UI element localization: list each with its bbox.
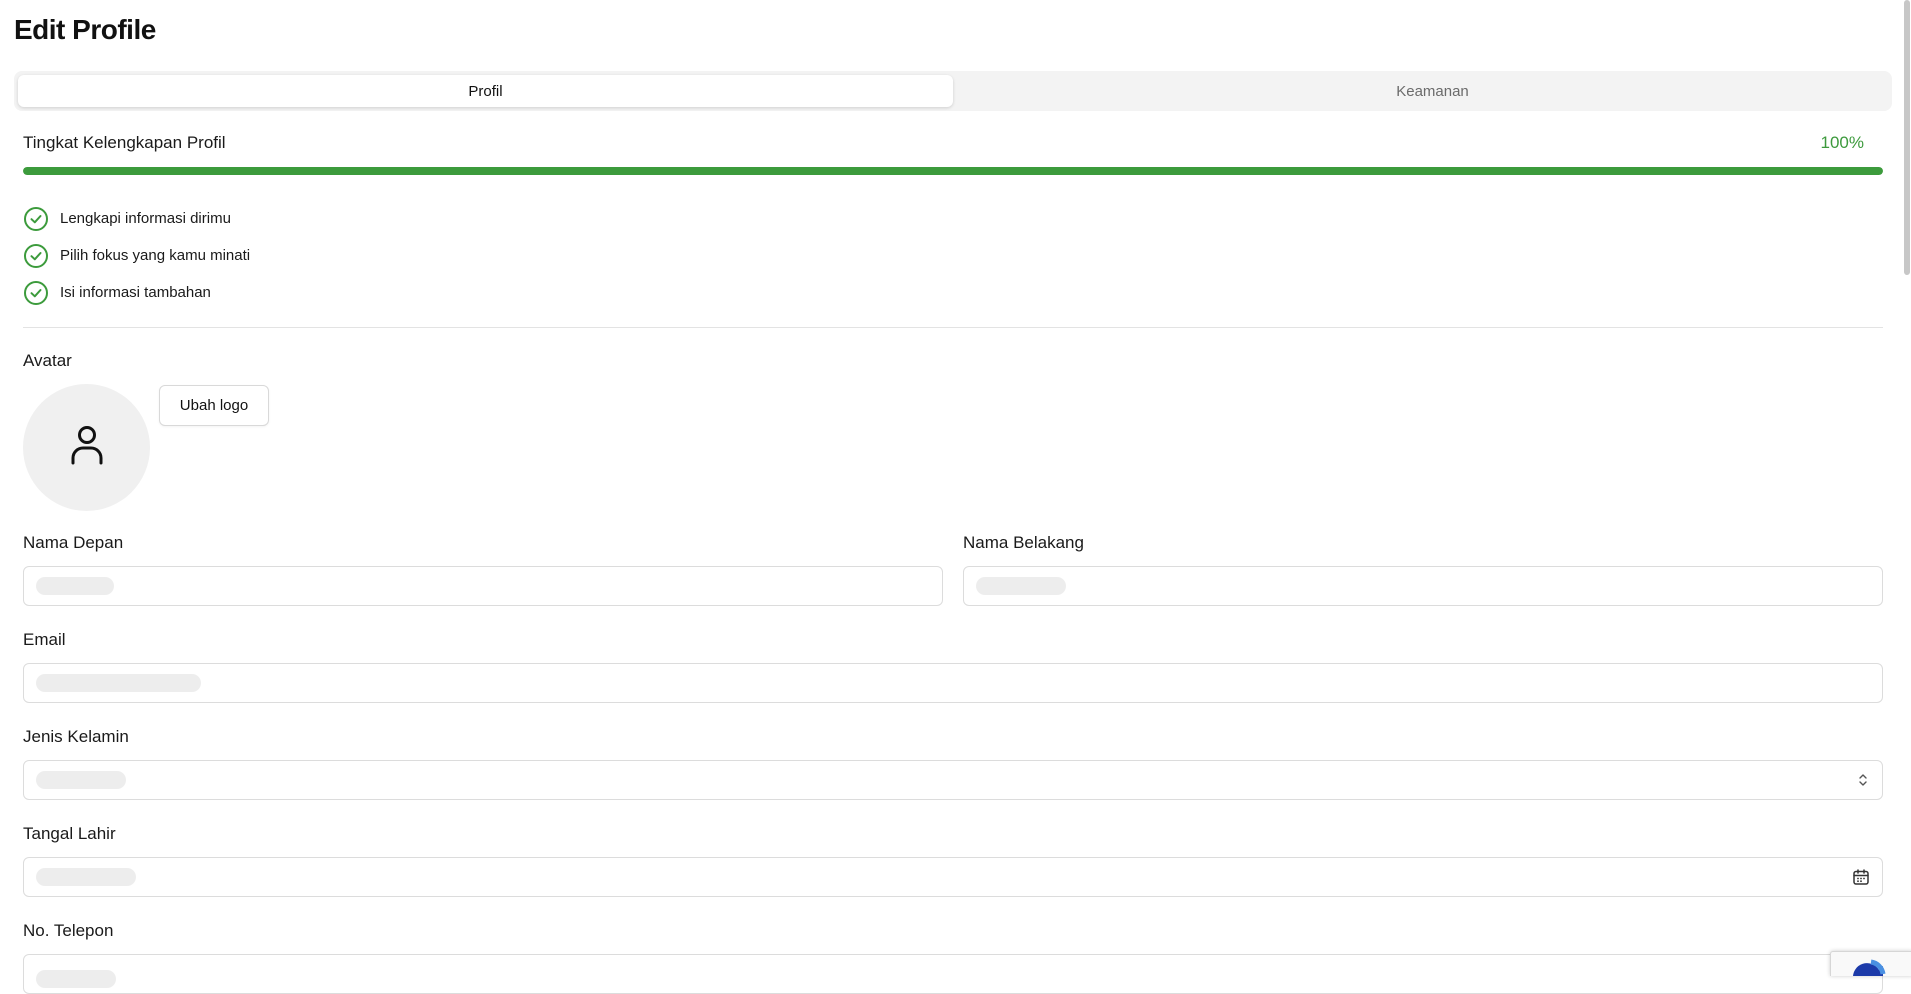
check-circle-icon <box>23 280 49 306</box>
last-name-label: Nama Belakang <box>963 533 1084 552</box>
redacted-value <box>36 674 201 692</box>
page-title: Edit Profile <box>14 14 156 45</box>
checklist-item: Isi informasi tambahan <box>23 274 250 311</box>
chevron-up-down-icon <box>1856 772 1870 788</box>
first-name-field[interactable] <box>23 566 943 606</box>
first-name-label: Nama Depan <box>23 533 124 552</box>
profile-completeness-progress-bar <box>23 167 1883 175</box>
redacted-value <box>976 577 1066 595</box>
profile-tabs: Profil Keamanan <box>14 71 1892 111</box>
redacted-value <box>36 577 114 595</box>
change-logo-button[interactable]: Ubah logo <box>159 385 269 426</box>
gender-select[interactable] <box>23 760 1883 800</box>
scrollbar-thumb[interactable] <box>1904 0 1910 275</box>
checklist-item-label: Isi informasi tambahan <box>60 284 211 301</box>
profile-completeness-percent: 100% <box>1820 133 1864 152</box>
redacted-value <box>36 970 116 988</box>
edit-profile-page: Edit Profile Profil Keamanan Tingkat Kel… <box>0 0 1893 994</box>
user-icon <box>69 424 105 471</box>
phone-field[interactable] <box>23 954 1883 994</box>
recaptcha-badge[interactable] <box>1830 951 1911 976</box>
checklist-item-label: Lengkapi informasi dirimu <box>60 210 231 227</box>
tab-keamanan[interactable]: Keamanan <box>965 75 1900 107</box>
redacted-value <box>36 868 136 886</box>
completeness-checklist: Lengkapi informasi dirimu Pilih fokus ya… <box>23 200 250 311</box>
progress-bar-fill <box>23 167 1883 175</box>
phone-label: No. Telepon <box>23 921 114 940</box>
birth-date-field[interactable] <box>23 857 1883 897</box>
last-name-field[interactable] <box>963 566 1883 606</box>
check-circle-icon <box>23 243 49 269</box>
checklist-item: Pilih fokus yang kamu minati <box>23 237 250 274</box>
redacted-value <box>36 771 126 789</box>
section-divider <box>23 327 1883 328</box>
avatar <box>23 384 150 511</box>
gender-label: Jenis Kelamin <box>23 727 129 746</box>
check-circle-icon <box>23 206 49 232</box>
avatar-label: Avatar <box>23 351 72 370</box>
email-label: Email <box>23 630 66 649</box>
recaptcha-logo-icon <box>1831 959 1911 976</box>
email-field[interactable] <box>23 663 1883 703</box>
checklist-item-label: Pilih fokus yang kamu minati <box>60 247 251 264</box>
checklist-item: Lengkapi informasi dirimu <box>23 200 250 237</box>
profile-completeness-label: Tingkat Kelengkapan Profil <box>23 133 226 152</box>
calendar-icon[interactable] <box>1852 868 1870 886</box>
tab-profil[interactable]: Profil <box>18 75 953 107</box>
birth-date-label: Tangal Lahir <box>23 824 116 843</box>
